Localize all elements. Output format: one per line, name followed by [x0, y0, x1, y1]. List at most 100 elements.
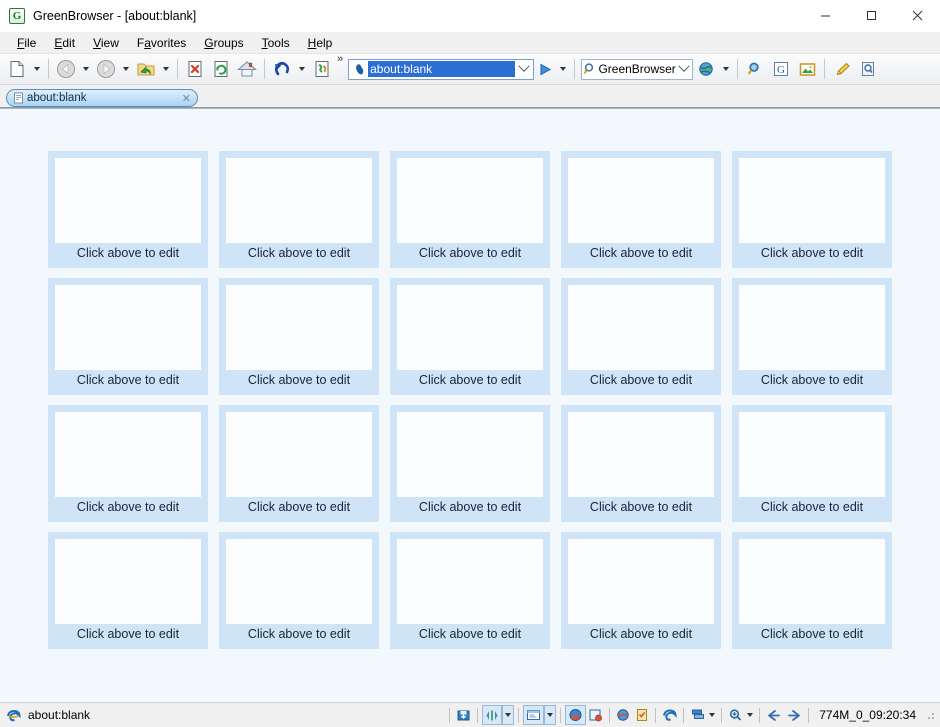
- menu-item-file[interactable]: File: [8, 34, 45, 52]
- cell-edit-area[interactable]: [739, 285, 885, 370]
- menu-item-groups[interactable]: Groups: [195, 34, 252, 52]
- proxy-icon[interactable]: [688, 706, 707, 724]
- grid-cell[interactable]: Click above to edit: [732, 532, 892, 649]
- go-button[interactable]: [534, 62, 556, 77]
- tab-about-blank[interactable]: about:blank ✕: [6, 89, 198, 107]
- cell-edit-area[interactable]: [739, 412, 885, 497]
- open-folder-icon[interactable]: [133, 56, 159, 82]
- undo-icon[interactable]: [269, 56, 295, 82]
- proxy-dropdown-icon[interactable]: [707, 706, 717, 724]
- filter-icon[interactable]: [614, 706, 633, 724]
- open-folder-dropdown-icon[interactable]: [159, 56, 173, 82]
- cell-edit-area[interactable]: [568, 158, 714, 243]
- window-mode-dropdown-icon[interactable]: [544, 705, 557, 725]
- cell-edit-area[interactable]: [226, 539, 372, 624]
- save-icon[interactable]: [454, 706, 473, 724]
- toolbar-overflow-chevron-icon[interactable]: »: [337, 54, 343, 65]
- back-icon[interactable]: [53, 56, 79, 82]
- globe-dropdown-icon[interactable]: [719, 56, 733, 82]
- menu-item-edit[interactable]: Edit: [45, 34, 84, 52]
- cell-edit-area[interactable]: [397, 539, 543, 624]
- grid-cell[interactable]: Click above to edit: [390, 532, 550, 649]
- cell-edit-area[interactable]: [397, 412, 543, 497]
- cell-edit-area[interactable]: [568, 285, 714, 370]
- status-back-icon[interactable]: [764, 706, 784, 724]
- go-dropdown-icon[interactable]: [556, 56, 570, 82]
- maximize-button[interactable]: [848, 0, 894, 31]
- grid-cell[interactable]: Click above to edit: [48, 278, 208, 395]
- grid-cell[interactable]: Click above to edit: [390, 405, 550, 522]
- grid-cell[interactable]: Click above to edit: [48, 151, 208, 268]
- search-dropdown-icon[interactable]: [676, 60, 692, 73]
- new-page-icon[interactable]: [4, 56, 30, 82]
- notes-icon[interactable]: [633, 706, 651, 724]
- grid-cell[interactable]: Click above to edit: [390, 278, 550, 395]
- cookie-icon[interactable]: [565, 705, 587, 725]
- cell-edit-area[interactable]: [397, 158, 543, 243]
- address-input[interactable]: about:blank: [368, 61, 516, 77]
- cell-label: Click above to edit: [760, 627, 864, 641]
- window-mode-icon[interactable]: [523, 705, 545, 725]
- google-g-icon[interactable]: G: [768, 56, 794, 82]
- close-button[interactable]: [894, 0, 940, 31]
- forward-dropdown-icon[interactable]: [119, 56, 133, 82]
- address-bar[interactable]: about:blank: [348, 58, 535, 80]
- undo-dropdown-icon[interactable]: [295, 56, 309, 82]
- refresh-icon[interactable]: [208, 56, 234, 82]
- image-icon[interactable]: [794, 56, 820, 82]
- tab-close-icon[interactable]: ✕: [182, 92, 193, 105]
- magnifier-icon[interactable]: [742, 56, 768, 82]
- grid-cell[interactable]: Click above to edit: [390, 151, 550, 268]
- status-forward-icon[interactable]: [784, 706, 804, 724]
- cell-edit-area[interactable]: [55, 285, 201, 370]
- globe-icon[interactable]: [693, 56, 719, 82]
- home-icon[interactable]: [234, 56, 260, 82]
- new-page-dropdown-icon[interactable]: [30, 56, 44, 82]
- zoom-icon[interactable]: [726, 706, 745, 724]
- cell-edit-area[interactable]: [397, 285, 543, 370]
- ie-engine-icon[interactable]: [660, 706, 679, 724]
- resize-grip[interactable]: [924, 709, 936, 721]
- zoom-dropdown-icon[interactable]: [745, 706, 755, 724]
- grid-cell[interactable]: Click above to edit: [219, 278, 379, 395]
- menu-item-favorites[interactable]: Favorites: [128, 34, 195, 52]
- cell-edit-area[interactable]: [55, 412, 201, 497]
- highlighter-icon[interactable]: [829, 56, 855, 82]
- cell-edit-area[interactable]: [55, 539, 201, 624]
- privacy-icon[interactable]: [586, 706, 605, 724]
- cell-edit-area[interactable]: [226, 412, 372, 497]
- grid-cell[interactable]: Click above to edit: [561, 405, 721, 522]
- grid-cell[interactable]: Click above to edit: [219, 151, 379, 268]
- grid-cell[interactable]: Click above to edit: [48, 405, 208, 522]
- grid-cell[interactable]: Click above to edit: [48, 532, 208, 649]
- grid-cell[interactable]: Click above to edit: [561, 278, 721, 395]
- split-view-icon[interactable]: [482, 705, 503, 725]
- search-engine-label[interactable]: GreenBrowser: [598, 62, 675, 76]
- cell-edit-area[interactable]: [568, 539, 714, 624]
- split-view-dropdown-icon[interactable]: [502, 705, 515, 725]
- grid-cell[interactable]: Click above to edit: [219, 532, 379, 649]
- cell-edit-area[interactable]: [739, 539, 885, 624]
- menu-item-tools[interactable]: Tools: [253, 34, 299, 52]
- grid-cell[interactable]: Click above to edit: [732, 278, 892, 395]
- menu-item-view[interactable]: View: [84, 34, 128, 52]
- cell-edit-area[interactable]: [226, 158, 372, 243]
- grid-cell[interactable]: Click above to edit: [561, 151, 721, 268]
- grid-cell[interactable]: Click above to edit: [732, 405, 892, 522]
- menu-item-help[interactable]: Help: [299, 34, 342, 52]
- script-page-icon[interactable]: [309, 56, 335, 82]
- cell-edit-area[interactable]: [226, 285, 372, 370]
- cell-edit-area[interactable]: [739, 158, 885, 243]
- page-search-icon[interactable]: [855, 56, 881, 82]
- grid-cell[interactable]: Click above to edit: [561, 532, 721, 649]
- minimize-button[interactable]: [802, 0, 848, 31]
- search-box[interactable]: GreenBrowser: [581, 58, 694, 80]
- grid-cell[interactable]: Click above to edit: [219, 405, 379, 522]
- grid-cell[interactable]: Click above to edit: [732, 151, 892, 268]
- forward-icon[interactable]: [93, 56, 119, 82]
- back-dropdown-icon[interactable]: [79, 56, 93, 82]
- address-dropdown-icon[interactable]: [515, 60, 533, 73]
- cell-edit-area[interactable]: [55, 158, 201, 243]
- cell-edit-area[interactable]: [568, 412, 714, 497]
- stop-icon[interactable]: [182, 56, 208, 82]
